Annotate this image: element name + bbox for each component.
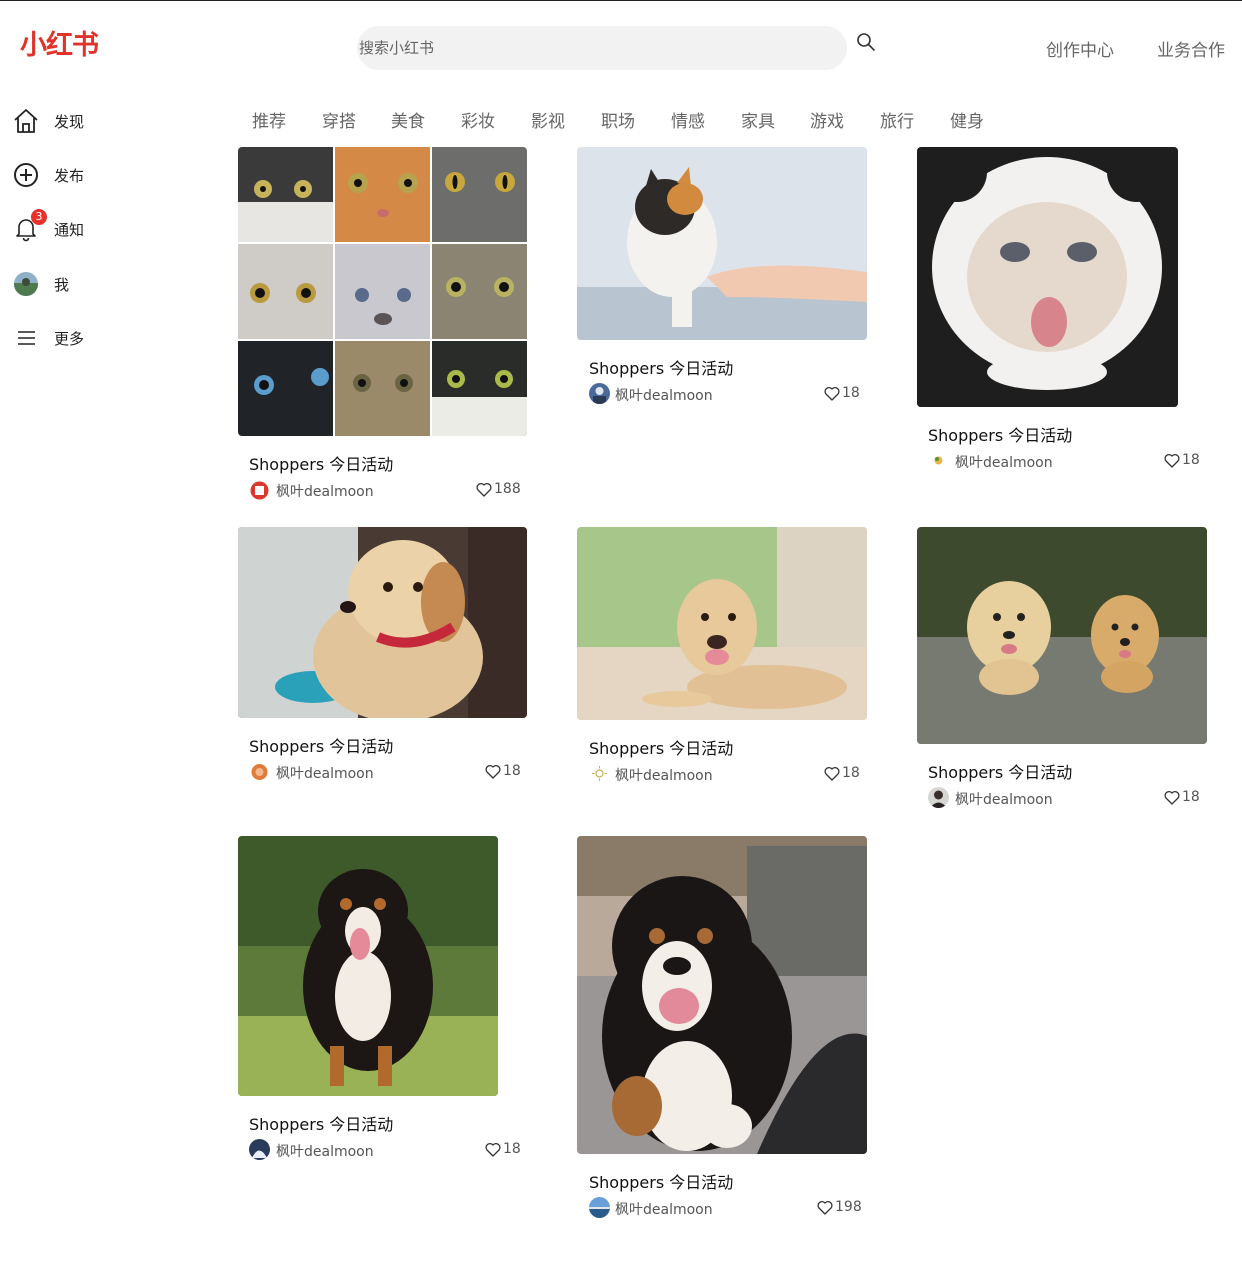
note-title[interactable]: Shoppers 今日活动	[249, 1111, 393, 1135]
search-box[interactable]	[357, 26, 849, 70]
author-name[interactable]: 枫叶dealmoon	[955, 452, 1053, 472]
note-image-labrador-puppy[interactable]	[577, 527, 867, 720]
heart-icon[interactable]	[476, 482, 492, 497]
author-avatar[interactable]	[589, 763, 610, 784]
like-count-value: 18	[842, 765, 860, 781]
author-avatar[interactable]	[589, 383, 610, 404]
note-image-bernese-puppy[interactable]	[577, 836, 867, 1154]
heart-icon[interactable]	[817, 1200, 833, 1215]
like-count-value: 188	[494, 481, 521, 497]
like-count-value: 18	[503, 763, 521, 779]
note-title[interactable]: Shoppers 今日活动	[928, 759, 1072, 783]
author-avatar[interactable]	[928, 450, 949, 471]
like-count[interactable]: 18	[485, 763, 521, 779]
tab-recommend[interactable]: 推荐	[252, 107, 286, 132]
like-count[interactable]: 18	[1164, 789, 1200, 805]
heart-icon[interactable]	[485, 764, 501, 779]
note-image-cat-collage[interactable]	[238, 147, 527, 436]
author-avatar[interactable]	[589, 1197, 610, 1218]
sidebar-item-me[interactable]: 我	[12, 269, 69, 299]
author-name[interactable]: 枫叶dealmoon	[276, 481, 374, 501]
like-count[interactable]: 18	[824, 385, 860, 401]
sidebar-item-label: 发布	[54, 166, 85, 185]
author-name[interactable]: 枫叶dealmoon	[615, 1199, 713, 1219]
author-avatar[interactable]	[928, 787, 949, 808]
note-title[interactable]: Shoppers 今日活动	[249, 733, 393, 757]
avatar	[12, 270, 40, 298]
like-count[interactable]: 18	[1164, 452, 1200, 468]
tab-makeup[interactable]: 彩妆	[461, 107, 495, 132]
like-count[interactable]: 198	[817, 1199, 862, 1215]
note-title[interactable]: Shoppers 今日活动	[589, 1169, 733, 1193]
tab-games[interactable]: 游戏	[810, 107, 844, 132]
heart-icon[interactable]	[824, 766, 840, 781]
like-count-value: 18	[1182, 452, 1200, 468]
sidebar-item-more[interactable]: 更多	[12, 323, 84, 353]
tab-emotion[interactable]: 情感	[671, 107, 705, 132]
like-count[interactable]: 18	[485, 1141, 521, 1157]
topnav-creator-center[interactable]: 创作中心	[1046, 36, 1114, 61]
like-count-value: 18	[1182, 789, 1200, 805]
author-name[interactable]: 枫叶dealmoon	[615, 385, 713, 405]
note-title[interactable]: Shoppers 今日活动	[928, 422, 1072, 446]
author-name[interactable]: 枫叶dealmoon	[276, 763, 374, 783]
like-count-value: 18	[842, 385, 860, 401]
heart-icon[interactable]	[485, 1142, 501, 1157]
search-icon[interactable]	[856, 32, 876, 52]
like-count-value: 18	[503, 1141, 521, 1157]
note-title[interactable]: Shoppers 今日活动	[589, 735, 733, 759]
author-name[interactable]: 枫叶dealmoon	[955, 789, 1053, 809]
sidebar-item-notifications[interactable]: 3 通知	[12, 209, 85, 244]
topnav-business[interactable]: 业务合作	[1157, 36, 1225, 61]
heart-icon[interactable]	[1164, 790, 1180, 805]
sidebar-item-publish[interactable]: 发布	[12, 160, 84, 190]
sidebar-item-label: 发现	[54, 112, 85, 131]
tab-travel[interactable]: 旅行	[880, 107, 914, 132]
sidebar-item-label: 通知	[54, 220, 85, 239]
search-input[interactable]	[357, 26, 849, 70]
note-image-calico-cat[interactable]	[577, 147, 867, 340]
heart-icon[interactable]	[824, 386, 840, 401]
home-icon	[12, 107, 40, 135]
notification-badge: 3	[31, 209, 47, 225]
plus-circle-icon	[12, 161, 40, 189]
author-avatar[interactable]	[249, 1139, 270, 1160]
like-count-value: 198	[835, 1199, 862, 1215]
tab-fitness[interactable]: 健身	[950, 107, 984, 132]
note-title[interactable]: Shoppers 今日活动	[249, 451, 393, 475]
note-image-two-puppies[interactable]	[917, 527, 1207, 744]
note-title[interactable]: Shoppers 今日活动	[589, 355, 733, 379]
note-image-panda-costume-cat[interactable]	[917, 147, 1178, 407]
author-name[interactable]: 枫叶dealmoon	[276, 1141, 374, 1161]
author-avatar[interactable]	[249, 761, 270, 782]
tab-outfits[interactable]: 穿搭	[322, 107, 356, 132]
tab-film[interactable]: 影视	[531, 107, 565, 132]
heart-icon[interactable]	[1164, 453, 1180, 468]
sidebar-item-discover[interactable]: 发现	[12, 106, 84, 136]
author-name[interactable]: 枫叶dealmoon	[615, 765, 713, 785]
sidebar-item-label: 更多	[54, 329, 85, 348]
logo[interactable]: 小红书	[20, 23, 99, 62]
tab-food[interactable]: 美食	[391, 107, 425, 132]
note-image-golden-puppy[interactable]	[238, 527, 527, 718]
author-avatar[interactable]	[249, 480, 270, 501]
tab-furniture[interactable]: 家具	[741, 107, 775, 132]
tab-career[interactable]: 职场	[601, 107, 635, 132]
like-count[interactable]: 188	[476, 481, 521, 497]
bell-icon: 3	[12, 209, 47, 243]
sidebar-item-label: 我	[54, 275, 70, 294]
like-count[interactable]: 18	[824, 765, 860, 781]
note-image-bernese-dog[interactable]	[238, 836, 498, 1096]
menu-icon	[12, 324, 40, 352]
